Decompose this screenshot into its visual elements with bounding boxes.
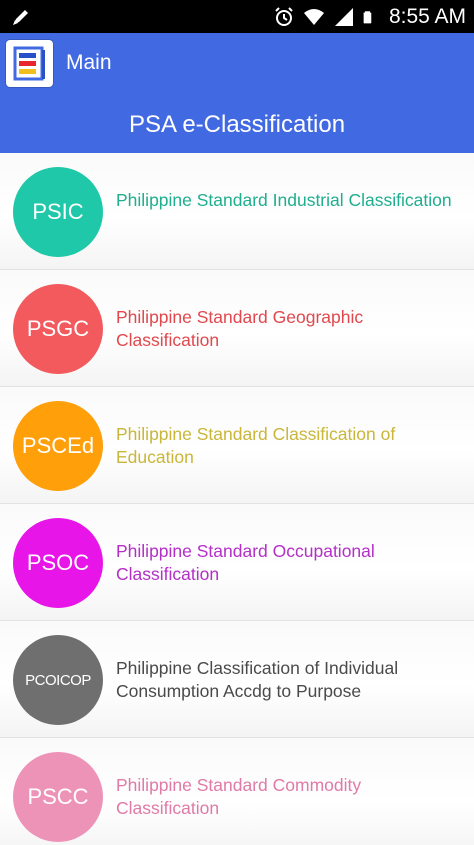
psced-badge: PSCEd bbox=[13, 401, 103, 491]
psic-badge: PSIC bbox=[13, 167, 103, 257]
psic-label: Philippine Standard Industrial Classific… bbox=[116, 190, 452, 210]
pcoicop-label: Philippine Classification of Individual … bbox=[116, 658, 399, 701]
status-bar: 8:55 AM bbox=[0, 0, 474, 33]
app-bar: Main bbox=[0, 33, 474, 97]
alarm-icon bbox=[275, 6, 293, 26]
psgc-label: Philippine Standard Geographic Classific… bbox=[116, 307, 364, 350]
app-logo-icon[interactable] bbox=[6, 40, 53, 87]
status-icons: 8:55 AM bbox=[273, 0, 466, 33]
battery-icon bbox=[363, 10, 372, 23]
list-item-psic[interactable]: PSIC Philippine Standard Industrial Clas… bbox=[0, 153, 474, 270]
psgc-badge: PSGC bbox=[13, 284, 103, 374]
list-item-pscc[interactable]: PSCC Philippine Standard Commodity Class… bbox=[0, 738, 474, 845]
list-item-psgc[interactable]: PSGC Philippine Standard Geographic Clas… bbox=[0, 270, 474, 387]
pscc-label: Philippine Standard Commodity Classifica… bbox=[116, 775, 362, 818]
psoc-label: Philippine Standard Occupational Classif… bbox=[116, 541, 375, 584]
list-item-psced[interactable]: PSCEd Philippine Standard Classification… bbox=[0, 387, 474, 504]
classification-list: PSIC Philippine Standard Industrial Clas… bbox=[0, 153, 474, 845]
pscc-badge: PSCC bbox=[13, 752, 103, 842]
list-item-psoc[interactable]: PSOC Philippine Standard Occupational Cl… bbox=[0, 504, 474, 621]
list-item-pcoicop[interactable]: PCOICOP Philippine Classification of Ind… bbox=[0, 621, 474, 738]
app-title: Main bbox=[66, 51, 112, 74]
psoc-badge: PSOC bbox=[13, 518, 103, 608]
edit-notification-icon bbox=[13, 10, 28, 25]
page-title: PSA e-Classification bbox=[0, 97, 474, 153]
pcoicop-badge: PCOICOP bbox=[13, 635, 103, 725]
status-time: 8:55 AM bbox=[388, 4, 466, 28]
psced-label: Philippine Standard Classification of Ed… bbox=[116, 424, 396, 467]
wifi-icon bbox=[303, 8, 324, 25]
signal-icon bbox=[334, 7, 353, 26]
